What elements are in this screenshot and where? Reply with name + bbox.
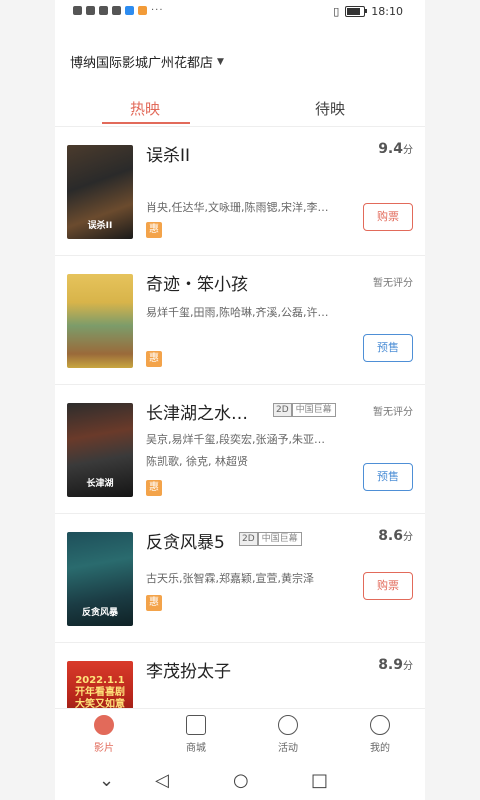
cinema-selector[interactable]: 博纳国际影城广州花都店 ▼	[70, 52, 224, 71]
sim-icon	[73, 6, 82, 15]
no-score-label: 暂无评分	[373, 278, 413, 289]
tag-imax-china: 中国巨幕	[291, 403, 336, 417]
discount-badge: 惠	[146, 351, 162, 367]
movie-title[interactable]: 李茂扮太子	[146, 657, 231, 682]
presale-button[interactable]: 预售	[363, 334, 413, 362]
format-tags: 2D 中国巨幕	[239, 532, 302, 546]
qq-icon	[125, 6, 134, 15]
movie-poster[interactable]: 反贪风暴	[67, 532, 133, 626]
battery-icon	[345, 6, 368, 17]
no-score-label: 暂无评分	[373, 407, 413, 418]
collapse-icon[interactable]: ⌄	[99, 770, 114, 791]
wifi-icon	[86, 6, 95, 15]
movie-tabs: 热映 待映	[55, 92, 425, 127]
tag-imax-china: 中国巨幕	[257, 532, 302, 546]
format-tags: 2D 中国巨幕	[273, 403, 336, 417]
status-bar: ··· ▯ 18:10	[55, 0, 425, 24]
face-icon	[370, 715, 390, 735]
movie-title[interactable]: 长津湖之水…	[146, 399, 248, 424]
poster-text: 反贪风暴	[81, 608, 118, 618]
movie-poster[interactable]	[67, 274, 133, 368]
nav-mall[interactable]: 商城	[171, 715, 221, 754]
more-notifications-icon: ···	[151, 5, 164, 16]
movie-poster[interactable]: 误杀II	[67, 145, 133, 239]
nav-movies[interactable]: 影片	[79, 715, 129, 754]
movie-cast: 易烊千玺,田雨,陈哈琳,齐溪,公磊,许…	[146, 306, 329, 319]
movie-cast: 肖央,任达华,文咏珊,陈雨锶,宋洋,李…	[146, 201, 329, 214]
movie-directors: 陈凯歌, 徐克, 林超贤	[146, 455, 248, 468]
movie-item[interactable]: 反贪风暴 反贪风暴5 2D 中国巨幕 8.6分 古天乐,张智霖,郑嘉颖,宣萱,黄…	[55, 514, 425, 643]
movie-poster[interactable]: 2022.1.1 开年看喜剧 大笑又如意	[67, 661, 133, 713]
home-icon[interactable]: ○	[233, 770, 249, 791]
movie-title[interactable]: 误杀II	[146, 141, 190, 166]
movie-cast: 吴京,易烊千玺,段奕宏,张涵予,朱亚…	[146, 433, 325, 446]
movie-item[interactable]: 2022.1.1 开年看喜剧 大笑又如意 李茂扮太子 8.9分	[55, 643, 425, 713]
movie-item[interactable]: 误杀II 误杀II 9.4分 肖央,任达华,文咏珊,陈雨锶,宋洋,李… 惠 购票	[55, 127, 425, 256]
recent-apps-icon[interactable]: □	[311, 770, 328, 791]
tag-2d: 2D	[239, 532, 258, 546]
movie-poster[interactable]: 长津湖	[67, 403, 133, 497]
app-notify-icon	[112, 6, 121, 15]
discount-badge: 惠	[146, 480, 162, 496]
nav-label: 我的	[370, 743, 390, 754]
planet-icon	[278, 715, 298, 735]
back-icon[interactable]: ◁	[155, 770, 169, 791]
film-reel-icon	[94, 715, 114, 735]
buy-ticket-button[interactable]: 购票	[363, 572, 413, 600]
movie-item[interactable]: 奇迹・笨小孩 暂无评分 易烊千玺,田雨,陈哈琳,齐溪,公磊,许… 惠 预售	[55, 256, 425, 385]
nav-profile[interactable]: 我的	[355, 715, 405, 754]
movie-cast: 古天乐,张智霖,郑嘉颖,宣萱,黄宗泽	[146, 572, 314, 585]
tab-coming-soon[interactable]: 待映	[315, 98, 345, 119]
clock: 18:10	[371, 5, 403, 18]
discount-badge: 惠	[146, 595, 162, 611]
buy-ticket-button[interactable]: 购票	[363, 203, 413, 231]
active-tab-indicator	[102, 122, 190, 124]
movie-item[interactable]: 长津湖 长津湖之水… 2D 中国巨幕 暂无评分 吴京,易烊千玺,段奕宏,张涵予,…	[55, 385, 425, 514]
tab-now-showing[interactable]: 热映	[130, 98, 160, 119]
nav-activities[interactable]: 活动	[263, 715, 313, 754]
status-icons-left: ···	[73, 5, 164, 16]
movie-title[interactable]: 反贪风暴5	[146, 528, 225, 553]
status-icons-right: ▯ 18:10	[333, 5, 403, 18]
caret-down-icon: ▼	[217, 56, 224, 67]
tag-2d: 2D	[273, 403, 292, 417]
vibrate-icon: ▯	[333, 5, 340, 18]
presale-button[interactable]: 预售	[363, 463, 413, 491]
bottom-nav: 影片 商城 活动 我的	[55, 708, 425, 763]
movie-score: 8.6分	[378, 528, 413, 544]
nav-label: 活动	[278, 743, 298, 754]
nav-label: 影片	[94, 743, 114, 754]
notification-icon	[99, 6, 108, 15]
store-icon	[186, 715, 206, 735]
poster-text: 误杀II	[87, 221, 113, 231]
app-icon	[138, 6, 147, 15]
movie-score: 9.4分	[378, 141, 413, 157]
nav-label: 商城	[186, 743, 206, 754]
system-navigation-bar: ⌄ ◁ ○ □	[55, 762, 425, 800]
movie-list: 误杀II 误杀II 9.4分 肖央,任达华,文咏珊,陈雨锶,宋洋,李… 惠 购票…	[55, 127, 425, 713]
movie-title[interactable]: 奇迹・笨小孩	[146, 270, 248, 295]
discount-badge: 惠	[146, 222, 162, 238]
poster-text: 2022.1.1 开年看喜剧 大笑又如意	[75, 675, 125, 710]
cinema-name: 博纳国际影城广州花都店	[70, 56, 214, 71]
movie-score: 8.9分	[378, 657, 413, 673]
app-screen: ··· ▯ 18:10 博纳国际影城广州花都店 ▼ 热映 待映 误杀II 误杀I…	[55, 0, 425, 800]
poster-text: 长津湖	[86, 479, 114, 489]
